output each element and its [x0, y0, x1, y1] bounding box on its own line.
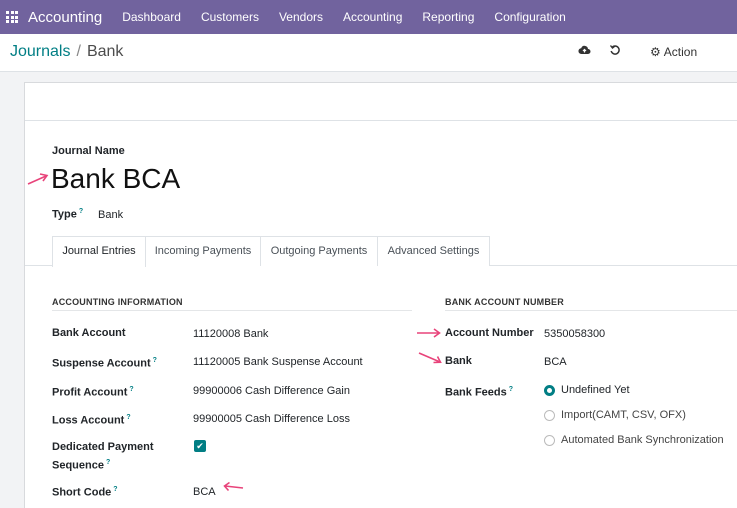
accounting-info-divider — [52, 310, 412, 311]
bank-field[interactable]: BCA — [544, 356, 567, 368]
bank-account-field[interactable]: 11120008 Bank — [193, 328, 268, 340]
bank-account-number-divider — [445, 310, 737, 311]
loss-account-label: Loss Account? — [52, 410, 131, 429]
suspense-account-label-text: Suspense Account — [52, 357, 151, 370]
journal-name-label: Journal Name — [52, 145, 125, 157]
undo-icon — [609, 45, 620, 55]
suspense-account-field[interactable]: 11120005 Bank Suspense Account — [193, 356, 363, 368]
menu-dashboard[interactable]: Dashboard — [112, 0, 191, 34]
journal-name-field[interactable]: Bank BCA — [51, 163, 180, 195]
tab-advanced-settings[interactable]: Advanced Settings — [377, 236, 490, 266]
suspense-account-label: Suspense Account? — [52, 353, 157, 372]
annotation-arrow-icon — [417, 328, 441, 338]
short-code-label-text: Short Code — [52, 486, 112, 499]
dedicated-payment-sequence-label: Dedicated Payment Sequence? — [52, 439, 153, 474]
top-navbar: Accounting Dashboard Customers Vendors A… — [0, 0, 737, 34]
accounting-info-title: ACCOUNTING INFORMATION — [52, 297, 183, 307]
bank-feeds-option-import[interactable]: Import(CAMT, CSV, OFX) — [561, 409, 686, 421]
type-label: Type? — [52, 208, 83, 221]
breadcrumb-separator: / — [76, 43, 81, 60]
bank-feeds-label-text: Bank Feeds — [445, 386, 507, 399]
help-tooltip-icon[interactable]: ? — [126, 414, 130, 421]
checkmark-icon: ✔ — [196, 441, 204, 451]
short-code-field[interactable]: BCA — [193, 486, 216, 498]
loss-account-label-text: Loss Account — [52, 414, 125, 427]
app-name[interactable]: Accounting — [28, 9, 102, 26]
breadcrumb-journals-link[interactable]: Journals — [10, 43, 70, 60]
bank-feeds-radio-import[interactable] — [544, 410, 555, 421]
help-tooltip-icon[interactable]: ? — [106, 459, 110, 466]
breadcrumb: Journals / Bank — [10, 43, 123, 61]
account-number-label: Account Number — [445, 327, 534, 339]
cloud-upload-icon — [578, 45, 591, 55]
annotation-arrow-icon — [223, 481, 244, 492]
notebook-tabs: Journal Entries Incoming Payments Outgoi… — [25, 236, 737, 267]
help-tooltip-icon[interactable]: ? — [79, 208, 83, 215]
menu-accounting[interactable]: Accounting — [333, 0, 412, 34]
control-panel: Journals / Bank ⚙ Action — [0, 34, 737, 72]
save-button[interactable] — [578, 44, 591, 55]
dedicated-label-line2: Sequence — [52, 459, 104, 472]
type-label-text: Type — [52, 208, 77, 221]
help-tooltip-icon[interactable]: ? — [509, 386, 513, 393]
form-statusbar — [25, 83, 737, 121]
annotation-arrow-icon — [27, 173, 49, 185]
breadcrumb-current: Bank — [86, 43, 124, 60]
menu-configuration[interactable]: Configuration — [484, 0, 575, 34]
action-label: Action — [663, 45, 698, 59]
bank-feeds-label: Bank Feeds? — [445, 382, 513, 401]
tab-incoming-payments[interactable]: Incoming Payments — [145, 236, 261, 266]
bank-feeds-radio-undefined[interactable] — [544, 385, 555, 396]
bank-label: Bank — [445, 355, 472, 367]
dedicated-label-line1: Dedicated Payment — [52, 441, 154, 453]
action-button[interactable]: ⚙ Action — [650, 45, 697, 59]
tab-outgoing-payments[interactable]: Outgoing Payments — [260, 236, 378, 266]
help-tooltip-icon[interactable]: ? — [113, 486, 117, 493]
bank-account-label: Bank Account — [52, 327, 126, 339]
tab-journal-entries[interactable]: Journal Entries — [52, 236, 146, 267]
profit-account-label-text: Profit Account — [52, 386, 128, 399]
bank-feeds-option-undefined[interactable]: Undefined Yet — [561, 384, 630, 396]
help-tooltip-icon[interactable]: ? — [153, 357, 157, 364]
account-number-field[interactable]: 5350058300 — [544, 328, 605, 340]
loss-account-field[interactable]: 99900005 Cash Difference Loss — [193, 413, 350, 425]
annotation-arrow-icon — [418, 352, 442, 364]
dedicated-payment-sequence-checkbox[interactable]: ✔ — [194, 440, 206, 452]
apps-grid-icon[interactable] — [6, 11, 18, 23]
help-tooltip-icon[interactable]: ? — [129, 386, 133, 393]
menu-customers[interactable]: Customers — [191, 0, 269, 34]
bank-feeds-option-sync[interactable]: Automated Bank Synchronization — [561, 434, 724, 446]
type-select[interactable]: Bank — [98, 209, 123, 221]
gear-icon: ⚙ — [650, 45, 661, 59]
discard-button[interactable] — [609, 44, 621, 56]
profit-account-field[interactable]: 99900006 Cash Difference Gain — [193, 385, 350, 397]
menu-vendors[interactable]: Vendors — [269, 0, 333, 34]
bank-feeds-radio-sync[interactable] — [544, 435, 555, 446]
form-sheet: Journal Name Bank BCA Type? Bank Journal… — [24, 82, 737, 508]
bank-account-number-title: BANK ACCOUNT NUMBER — [445, 297, 564, 307]
profit-account-label: Profit Account? — [52, 382, 134, 401]
short-code-label: Short Code? — [52, 482, 118, 501]
menu-reporting[interactable]: Reporting — [412, 0, 484, 34]
